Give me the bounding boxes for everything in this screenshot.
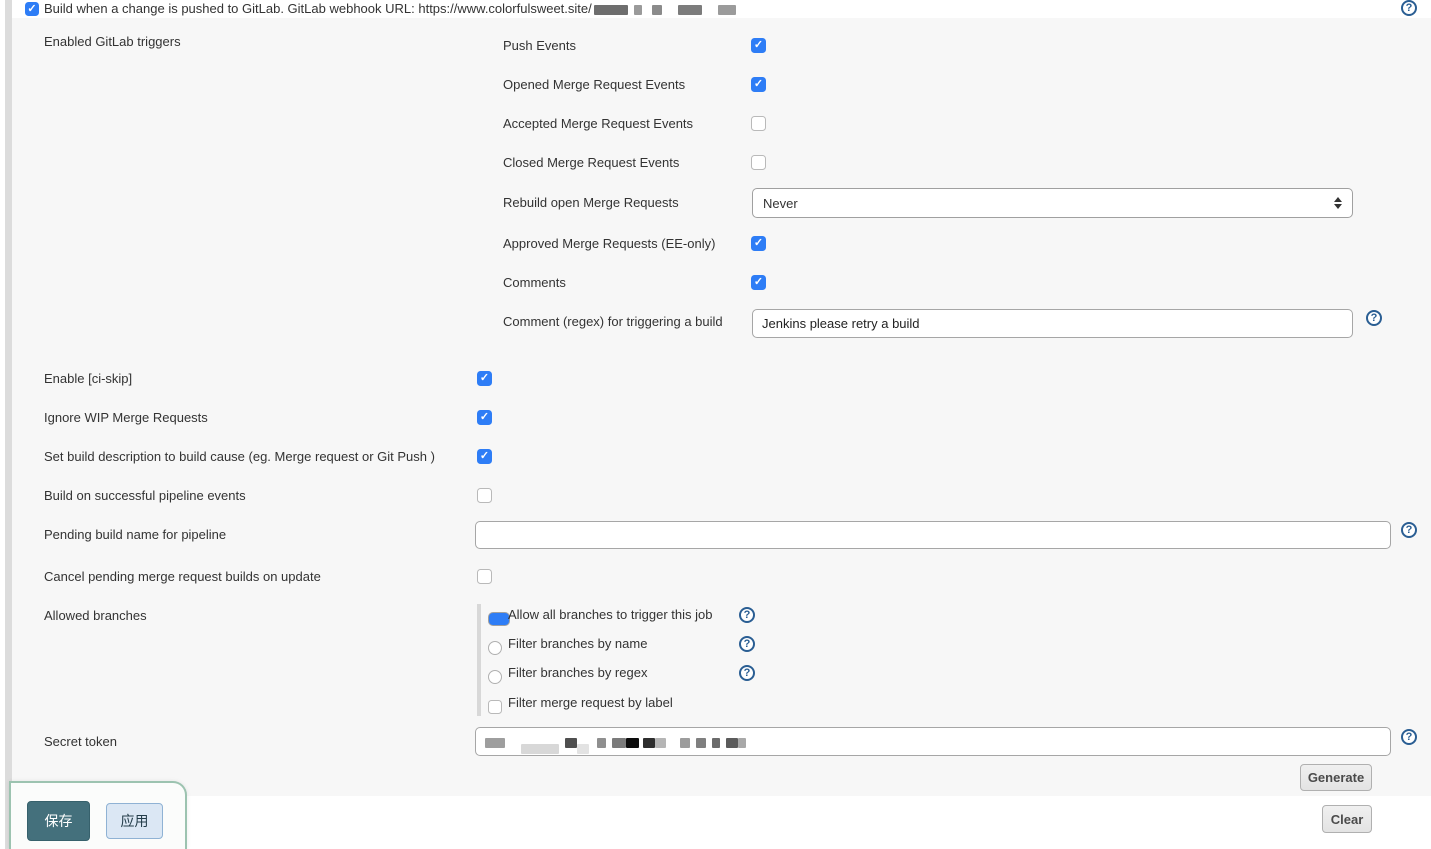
secret-token-redacted [485,734,746,749]
pending-build-name-input[interactable] [475,521,1391,549]
opened-mr-events-label: Opened Merge Request Events [503,77,685,93]
generate-button[interactable]: Generate [1300,764,1372,791]
section-indent-rail [5,0,12,849]
rebuild-open-mr-value: Never [763,196,798,211]
ignore-wip-checkbox[interactable]: ✓ [477,410,492,425]
allowed-branches-label: Allowed branches [44,608,147,624]
clear-button[interactable]: Clear [1322,805,1372,833]
successful-pipeline-label: Build on successful pipeline events [44,488,246,504]
apply-button[interactable]: 应用 [106,803,163,839]
save-button[interactable]: 保存 [27,801,90,841]
secret-token-input[interactable] [475,727,1391,756]
help-icon[interactable]: ? [739,607,755,623]
allow-all-branches-label: Allow all branches to trigger this job [508,607,713,623]
comment-regex-label: Comment (regex) for triggering a build [503,314,723,330]
push-events-checkbox[interactable]: ✓ [751,38,766,53]
help-icon[interactable]: ? [1401,522,1417,538]
build-description-label: Set build description to build cause (eg… [44,449,435,465]
pending-build-name-label: Pending build name for pipeline [44,527,226,543]
rebuild-open-mr-label: Rebuild open Merge Requests [503,195,679,211]
allowed-branches-indent-rail [477,604,481,716]
help-icon[interactable]: ? [739,636,755,652]
comments-checkbox[interactable]: ✓ [751,275,766,290]
filter-branches-by-regex-radio[interactable] [488,670,502,684]
filter-branches-by-name-radio[interactable] [488,641,502,655]
accepted-mr-events-checkbox[interactable] [751,116,766,131]
build-trigger-label: Build when a change is pushed to GitLab.… [44,1,592,17]
opened-mr-events-checkbox[interactable]: ✓ [751,77,766,92]
cancel-pending-label: Cancel pending merge request builds on u… [44,569,321,585]
enabled-triggers-label: Enabled GitLab triggers [44,34,181,50]
filter-branches-by-regex-label: Filter branches by regex [508,665,647,681]
comment-regex-input[interactable] [752,309,1353,338]
webhook-url-redacted [594,2,736,17]
select-spinner-icon [1334,197,1342,209]
filter-branches-by-name-label: Filter branches by name [508,636,647,652]
help-icon[interactable]: ? [1366,310,1382,326]
ci-skip-label: Enable [ci-skip] [44,371,132,387]
ignore-wip-label: Ignore WIP Merge Requests [44,410,208,426]
help-icon[interactable]: ? [1401,0,1417,16]
gitlab-trigger-config-page: ✓ Build when a change is pushed to GitLa… [0,0,1431,849]
help-icon[interactable]: ? [1401,729,1417,745]
secret-token-label: Secret token [44,734,117,750]
build-trigger-checkbox[interactable]: ✓ [25,2,39,16]
build-description-checkbox[interactable]: ✓ [477,449,492,464]
comments-label: Comments [503,275,566,291]
ci-skip-checkbox[interactable]: ✓ [477,371,492,386]
allow-all-branches-radio[interactable] [488,612,510,626]
cancel-pending-checkbox[interactable] [477,569,492,584]
filter-mr-by-label-label: Filter merge request by label [508,695,673,711]
help-icon[interactable]: ? [739,665,755,681]
closed-mr-events-label: Closed Merge Request Events [503,155,679,171]
approved-mr-label: Approved Merge Requests (EE-only) [503,236,715,252]
rebuild-open-mr-select[interactable]: Never [752,188,1353,218]
filter-mr-by-label-checkbox[interactable] [488,700,502,714]
accepted-mr-events-label: Accepted Merge Request Events [503,116,693,132]
closed-mr-events-checkbox[interactable] [751,155,766,170]
form-section-background [12,18,1431,796]
successful-pipeline-checkbox[interactable] [477,488,492,503]
push-events-label: Push Events [503,38,576,54]
approved-mr-checkbox[interactable]: ✓ [751,236,766,251]
